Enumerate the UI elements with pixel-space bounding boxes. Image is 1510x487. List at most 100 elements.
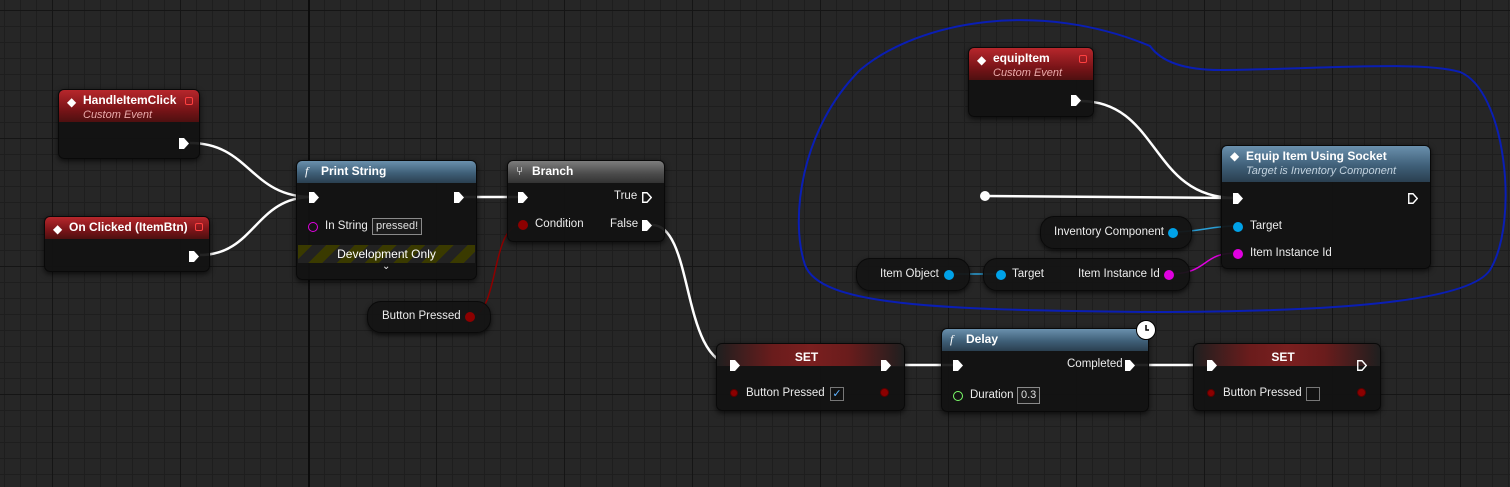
reroute-node[interactable] <box>980 191 990 201</box>
exec-out-pin[interactable] <box>454 192 464 203</box>
node-header: ◆ HandleItemClick Custom Event <box>59 90 199 122</box>
in-string-label: In String <box>325 220 368 232</box>
item-instance-id-pin[interactable] <box>1233 249 1243 259</box>
variable-label: Button Pressed <box>1223 387 1302 399</box>
equip-item-using-socket-node[interactable]: ◆ Equip Item Using Socket Target is Inve… <box>1221 145 1431 269</box>
bool-in-pin[interactable] <box>730 389 738 397</box>
exec-out-pin[interactable] <box>1071 95 1081 106</box>
latent-clock-icon <box>1136 320 1156 340</box>
exec-in-pin[interactable] <box>309 192 319 203</box>
button-pressed-getter[interactable]: Button Pressed <box>367 301 491 333</box>
condition-pin[interactable] <box>518 220 528 230</box>
node-title: Equip Item Using Socket <box>1246 149 1387 163</box>
exec-out-pin[interactable] <box>189 251 199 262</box>
node-title: SET <box>1271 350 1295 364</box>
exec-out-pin[interactable] <box>1357 360 1367 371</box>
node-subtitle: Custom Event <box>83 109 153 121</box>
exec-out-pin[interactable] <box>179 138 189 149</box>
exec-in-pin[interactable] <box>518 192 528 203</box>
duration-input[interactable]: 0.3 <box>1017 387 1041 404</box>
event-diamond-icon: ◆ <box>53 222 63 236</box>
event-diamond-icon: ◆ <box>67 95 77 109</box>
item-instance-id-label: Item Instance Id <box>1078 268 1160 280</box>
exec-in-pin[interactable] <box>1233 193 1243 204</box>
exec-in-pin[interactable] <box>953 360 963 371</box>
node-header: SET <box>1194 344 1380 366</box>
node-title: SET <box>794 350 819 364</box>
node-header: ⑂ Branch <box>508 161 664 183</box>
delegate-pin[interactable] <box>195 223 203 231</box>
exec-wire-handle-print <box>189 141 313 199</box>
branch-icon: ⑂ <box>516 164 524 178</box>
bool-out-pin[interactable] <box>880 388 889 397</box>
object-out-pin[interactable] <box>944 270 954 280</box>
function-icon: f <box>305 164 309 178</box>
function-icon: f <box>950 332 954 346</box>
function-icon: ◆ <box>1230 149 1240 163</box>
true-label: True <box>614 190 638 202</box>
getter-label: Inventory Component <box>1054 226 1164 238</box>
false-exec-pin[interactable] <box>642 220 652 231</box>
bool-in-pin[interactable] <box>1207 389 1215 397</box>
on-clicked-node[interactable]: ◆ On Clicked (ItemBtn) <box>44 216 210 272</box>
event-diamond-icon: ◆ <box>977 53 987 67</box>
node-header: f Delay <box>942 329 1148 351</box>
set-button-pressed-true-node[interactable]: SET Button Pressed ✓ <box>716 343 905 411</box>
condition-label: Condition <box>535 218 584 230</box>
node-title: equipItem <box>993 51 1050 65</box>
node-title: Delay <box>966 332 999 346</box>
delay-node[interactable]: f Delay Completed Duration 0.3 <box>941 320 1156 412</box>
completed-label: Completed <box>1067 358 1123 370</box>
in-string-input[interactable]: pressed! <box>372 218 423 235</box>
get-item-instance-id-node[interactable]: Target Item Instance Id <box>983 258 1190 291</box>
node-title: HandleItemClick <box>83 93 177 107</box>
node-header: SET <box>717 344 904 366</box>
dev-only-label: Development Only <box>337 247 436 261</box>
node-subtitle: Custom Event <box>993 67 1063 79</box>
node-title: Print String <box>321 164 387 178</box>
node-subtitle: Target is Inventory Component <box>1246 165 1397 177</box>
node-header: ◆ On Clicked (ItemBtn) <box>45 217 209 239</box>
bool-out-pin[interactable] <box>465 312 475 322</box>
branch-node[interactable]: ⑂ Branch True Condition False <box>507 160 665 242</box>
delegate-pin[interactable] <box>185 97 193 105</box>
true-exec-pin[interactable] <box>642 192 652 203</box>
expand-chevron-icon[interactable]: ⌄ <box>382 261 390 272</box>
button-pressed-checkbox[interactable] <box>1306 387 1320 401</box>
exec-out-pin[interactable] <box>881 360 891 371</box>
target-label: Target <box>1012 268 1044 280</box>
getter-label: Button Pressed <box>382 310 461 322</box>
target-pin[interactable] <box>996 270 1006 280</box>
print-string-node[interactable]: f Print String In String pressed! Develo… <box>296 160 477 280</box>
float-pin[interactable] <box>953 391 963 401</box>
set-button-pressed-false-node[interactable]: SET Button Pressed <box>1193 343 1381 411</box>
object-out-pin[interactable] <box>1168 228 1178 238</box>
node-title: On Clicked (ItemBtn) <box>69 220 188 234</box>
bool-out-pin[interactable] <box>1357 388 1366 397</box>
item-object-getter[interactable]: Item Object <box>856 258 970 291</box>
node-header: ◆ equipItem Custom Event <box>969 48 1093 80</box>
string-out-pin[interactable] <box>1164 270 1174 280</box>
node-title: Branch <box>532 164 574 178</box>
completed-exec-pin[interactable] <box>1125 360 1135 371</box>
false-label: False <box>610 218 639 230</box>
exec-wire-equip-socket <box>1079 99 1236 200</box>
exec-out-pin[interactable] <box>1408 193 1418 204</box>
duration-label: Duration <box>970 389 1014 401</box>
exec-in-pin[interactable] <box>730 360 740 371</box>
variable-label: Button Pressed <box>746 387 825 399</box>
exec-wire-reroute-socket <box>984 194 1236 200</box>
item-instance-id-label: Item Instance Id <box>1250 247 1332 259</box>
inventory-component-getter[interactable]: Inventory Component <box>1040 216 1192 249</box>
handle-item-click-node[interactable]: ◆ HandleItemClick Custom Event <box>58 89 200 159</box>
equip-item-event-node[interactable]: ◆ equipItem Custom Event <box>968 47 1094 117</box>
target-label: Target <box>1250 220 1282 232</box>
node-header: ◆ Equip Item Using Socket Target is Inve… <box>1222 146 1430 182</box>
string-pin[interactable] <box>308 222 318 232</box>
node-header: f Print String <box>297 161 476 183</box>
delegate-pin[interactable] <box>1079 55 1087 63</box>
button-pressed-checkbox[interactable]: ✓ <box>830 387 844 401</box>
getter-label: Item Object <box>880 268 939 280</box>
target-pin[interactable] <box>1233 222 1243 232</box>
exec-in-pin[interactable] <box>1207 360 1217 371</box>
